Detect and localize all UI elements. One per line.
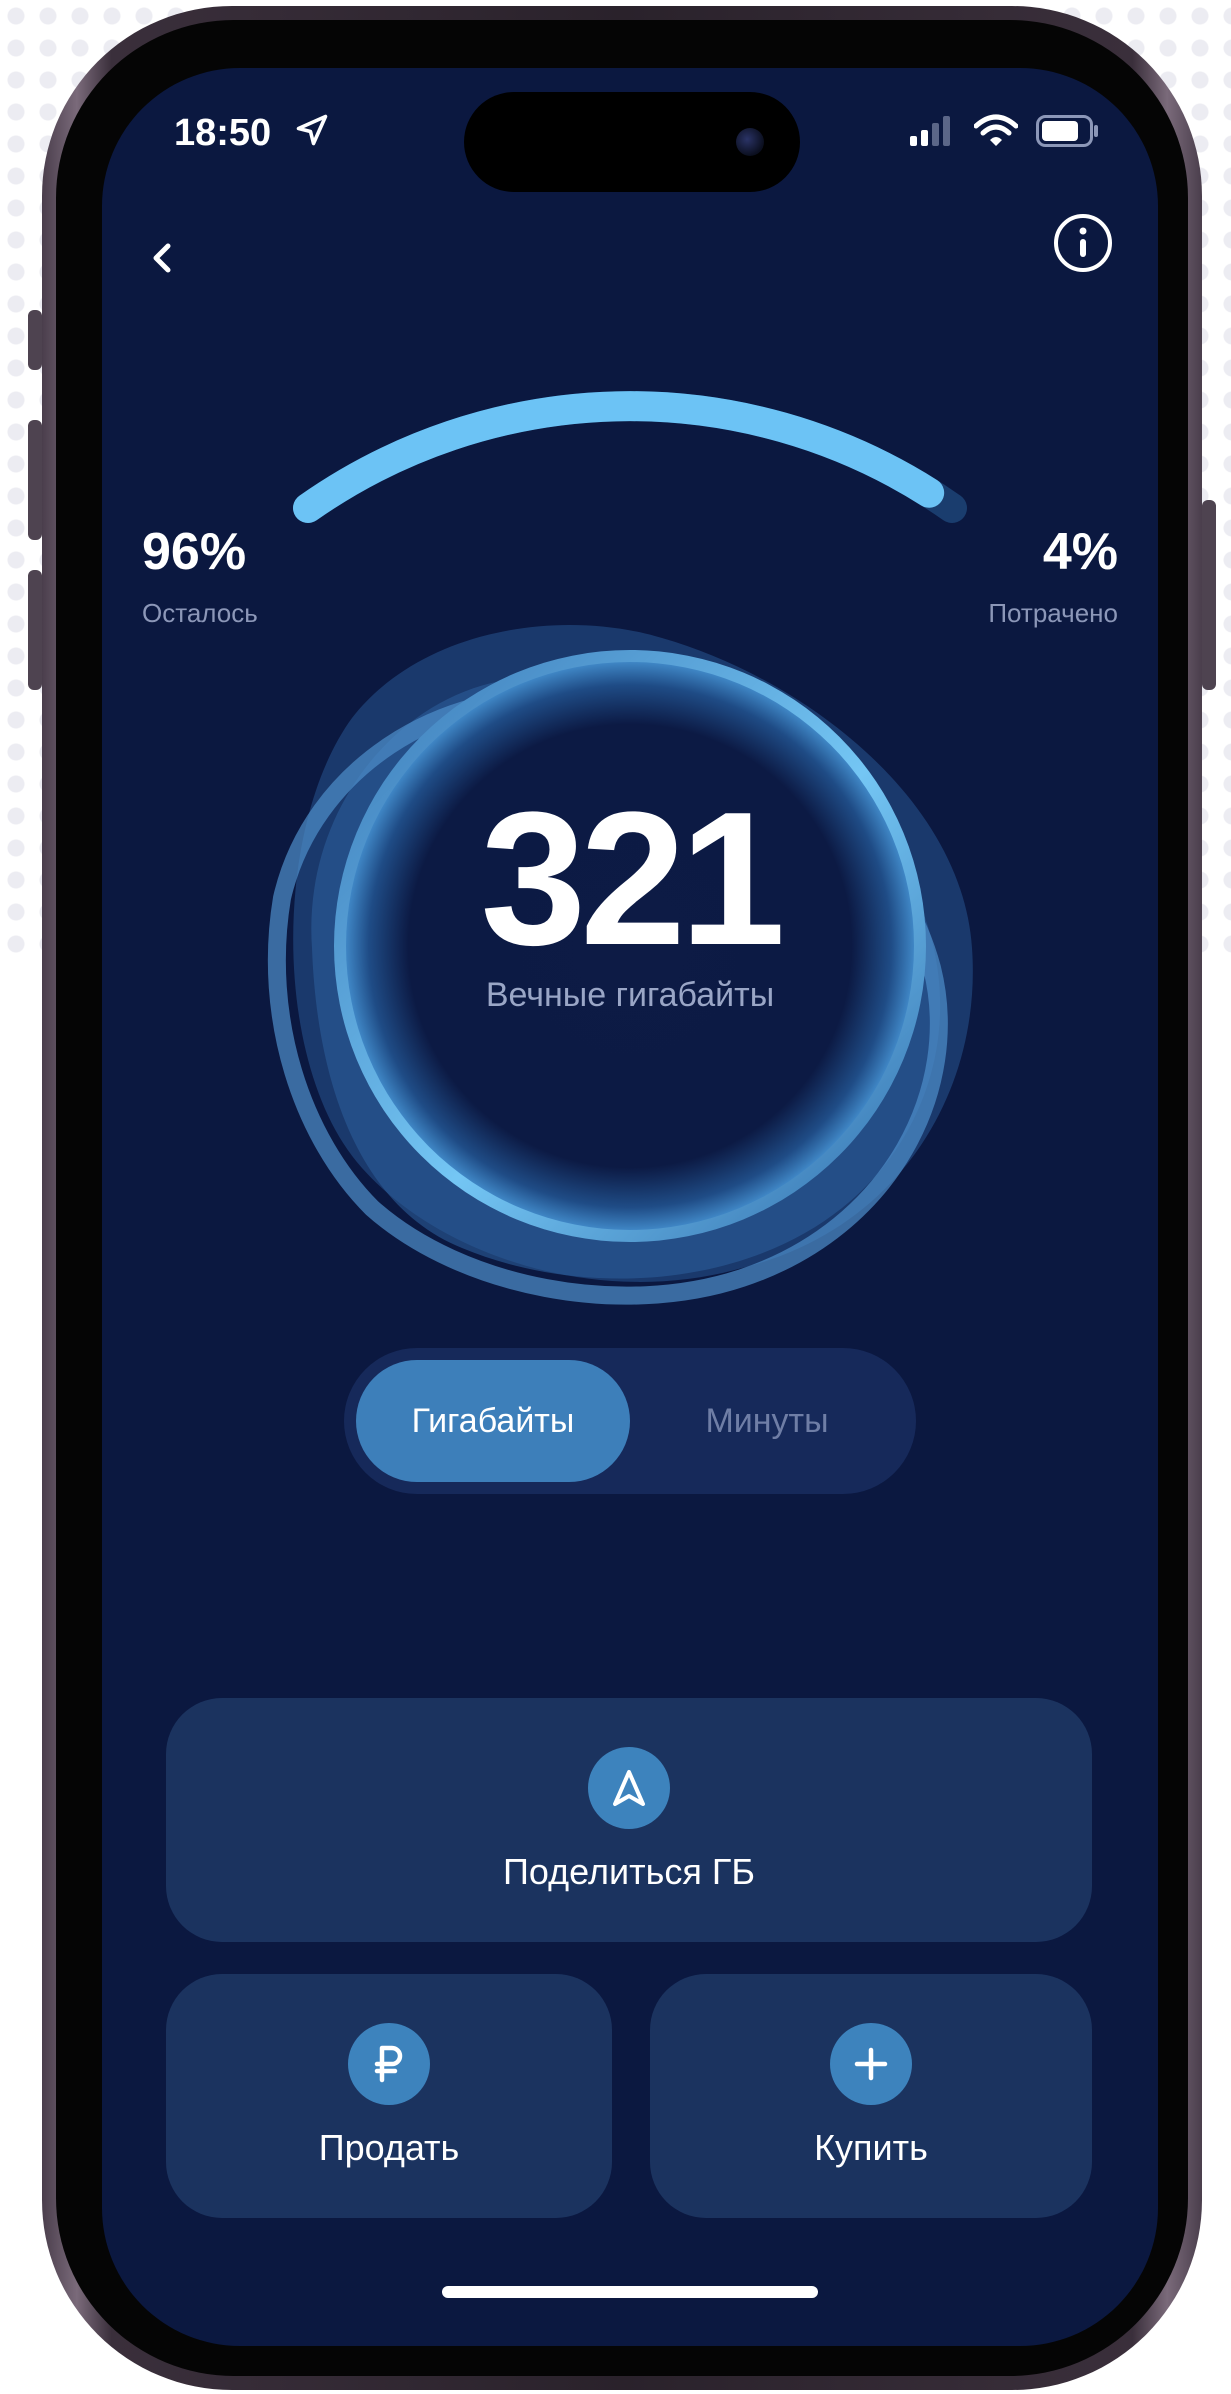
cellular-signal-icon	[910, 116, 950, 146]
dynamic-island	[464, 92, 800, 192]
share-gb-button[interactable]: Поделиться ГБ	[166, 1698, 1092, 1942]
buy-button[interactable]: Купить	[650, 1974, 1092, 2218]
buy-label: Купить	[814, 2127, 928, 2168]
sell-button[interactable]: Продать	[166, 1974, 612, 2218]
plus-icon-circle	[830, 2023, 912, 2105]
sell-label: Продать	[318, 2127, 460, 2168]
volume-up-button	[28, 420, 42, 540]
ruble-icon	[374, 2045, 403, 2083]
battery-icon	[1036, 115, 1098, 147]
back-chevron-icon[interactable]	[132, 228, 192, 288]
plus-icon	[854, 2047, 888, 2081]
share-arrow-icon	[613, 1770, 645, 1806]
tab-gigabytes[interactable]: Гигабайты	[356, 1360, 630, 1482]
usage-arc	[293, 391, 967, 523]
share-icon-circle	[588, 1747, 670, 1829]
home-indicator[interactable]	[442, 2286, 818, 2298]
balance-label: Вечные гигабайты	[485, 976, 775, 1014]
volume-down-button	[28, 570, 42, 690]
info-icon[interactable]	[1052, 212, 1114, 274]
balance-value: 321	[480, 773, 785, 985]
action-button	[28, 310, 42, 370]
unit-segmented-control: Гигабайты Минуты	[344, 1348, 916, 1494]
share-gb-label: Поделиться ГБ	[503, 1851, 755, 1892]
camera-icon	[736, 128, 764, 156]
wifi-icon	[974, 114, 1018, 146]
ruble-icon-circle	[348, 2023, 430, 2105]
status-icons	[910, 114, 1100, 148]
status-time: 18:50	[174, 112, 272, 154]
app-screen: 18:50 96% Осталось 4% Потрачено 321 Вечн…	[102, 68, 1158, 2346]
tab-minutes[interactable]: Минуты	[630, 1360, 904, 1482]
location-arrow-icon	[296, 114, 328, 146]
power-button	[1202, 500, 1216, 690]
